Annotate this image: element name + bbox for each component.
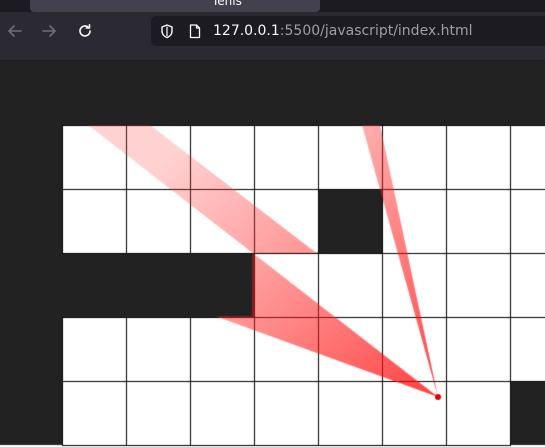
- shield-icon: [161, 23, 173, 38]
- tab-title: Ténis: [212, 0, 242, 8]
- url-bar[interactable]: 127.0.0.1:5500/javascript/index.html: [151, 16, 545, 46]
- arrow-right-icon: [42, 25, 56, 37]
- page-info-button[interactable]: [187, 23, 203, 39]
- url-text[interactable]: 127.0.0.1:5500/javascript/index.html: [213, 23, 473, 39]
- reload-icon: [79, 24, 91, 37]
- url-path: :5500/javascript/index.html: [279, 23, 473, 39]
- forward-button[interactable]: [36, 18, 62, 44]
- reload-button[interactable]: [72, 18, 98, 44]
- arrow-left-icon: [8, 25, 22, 37]
- back-button[interactable]: [2, 18, 28, 44]
- page-icon: [189, 23, 201, 38]
- tab-strip: Ténis: [0, 0, 545, 12]
- tracking-protection-button[interactable]: [159, 23, 175, 39]
- game-canvas[interactable]: [0, 61, 545, 447]
- page-viewport: [0, 61, 545, 447]
- tab-active[interactable]: Ténis: [30, 0, 320, 12]
- browser-toolbar: Ténis 127.0.0.1:5500/javascript/index.ht…: [0, 0, 545, 61]
- url-host: 127.0.0.1: [213, 23, 280, 39]
